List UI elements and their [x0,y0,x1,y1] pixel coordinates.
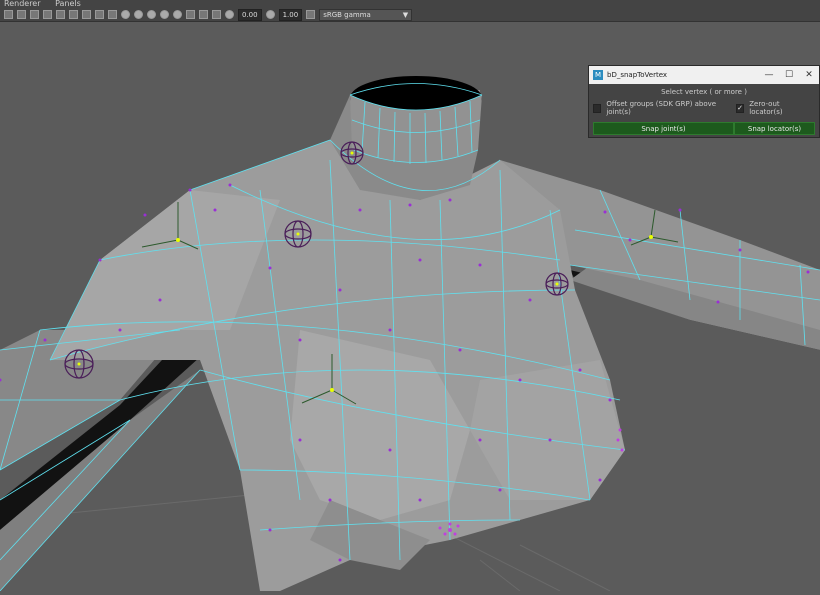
instruction-text: Select vertex ( or more ) [661,88,747,96]
lights-icon[interactable] [121,10,130,19]
maximize-icon[interactable]: ☐ [779,70,799,80]
xray-joints-icon[interactable] [212,10,221,19]
snap-to-vertex-window: M bD_snapToVertex — ☐ ✕ Select vertex ( … [588,65,820,138]
exposure-icon[interactable] [225,10,234,19]
zero-out-checkbox[interactable]: ✓ [735,103,745,113]
textured-icon[interactable] [108,10,117,19]
window-title: bD_snapToVertex [607,71,668,79]
view-transform-select[interactable]: sRGB gamma ▼ [319,8,413,21]
action-buttons: Snap joint(s) Snap locator(s) [593,122,815,135]
wireframe-icon[interactable] [69,10,78,19]
offset-groups-label: Offset groups (SDK GRP) above joint(s) [606,100,717,116]
offset-groups-checkbox[interactable] [593,103,602,113]
minimize-icon[interactable]: — [759,70,779,80]
snap-joints-button[interactable]: Snap joint(s) [593,122,734,135]
menu-panels[interactable]: Panels [55,0,81,8]
wireframe-on-shaded-icon[interactable] [95,10,104,19]
exposure-field[interactable]: 0.00 [238,8,262,21]
xray-icon[interactable] [199,10,208,19]
view-transform-value: sRGB gamma [323,10,371,19]
window-body: Select vertex ( or more ) Offset groups … [589,84,819,137]
bookmark-icon[interactable] [30,10,39,19]
maya-logo-icon: M [593,70,603,80]
gamma-icon[interactable] [265,10,275,19]
image-plane-icon[interactable] [43,10,52,19]
color-management-icon[interactable] [306,10,316,19]
anti-alias-icon[interactable] [173,10,182,19]
menu-renderer[interactable]: Renderer [4,0,41,8]
snap-locators-button[interactable]: Snap locator(s) [734,122,815,135]
two-d-pan-icon[interactable] [56,10,65,19]
zero-out-label: Zero-out locator(s) [749,100,783,116]
chevron-down-icon: ▼ [402,10,409,19]
options-row: Offset groups (SDK GRP) above joint(s) ✓… [593,100,815,116]
grid-icon[interactable] [17,10,26,19]
isolate-select-icon[interactable] [186,10,195,19]
gamma-field[interactable]: 1.00 [278,8,303,21]
camera-icon[interactable] [4,10,13,19]
menu-bar: Renderer Panels [0,0,820,8]
motion-blur-icon[interactable] [160,10,169,19]
viewport-toolbar: 0.00 1.00 sRGB gamma ▼ [0,8,820,22]
close-icon[interactable]: ✕ [799,70,819,80]
shadows-icon[interactable] [134,10,143,19]
ambient-occlusion-icon[interactable] [147,10,156,19]
smooth-shade-icon[interactable] [82,10,91,19]
window-titlebar[interactable]: M bD_snapToVertex — ☐ ✕ [589,66,819,84]
